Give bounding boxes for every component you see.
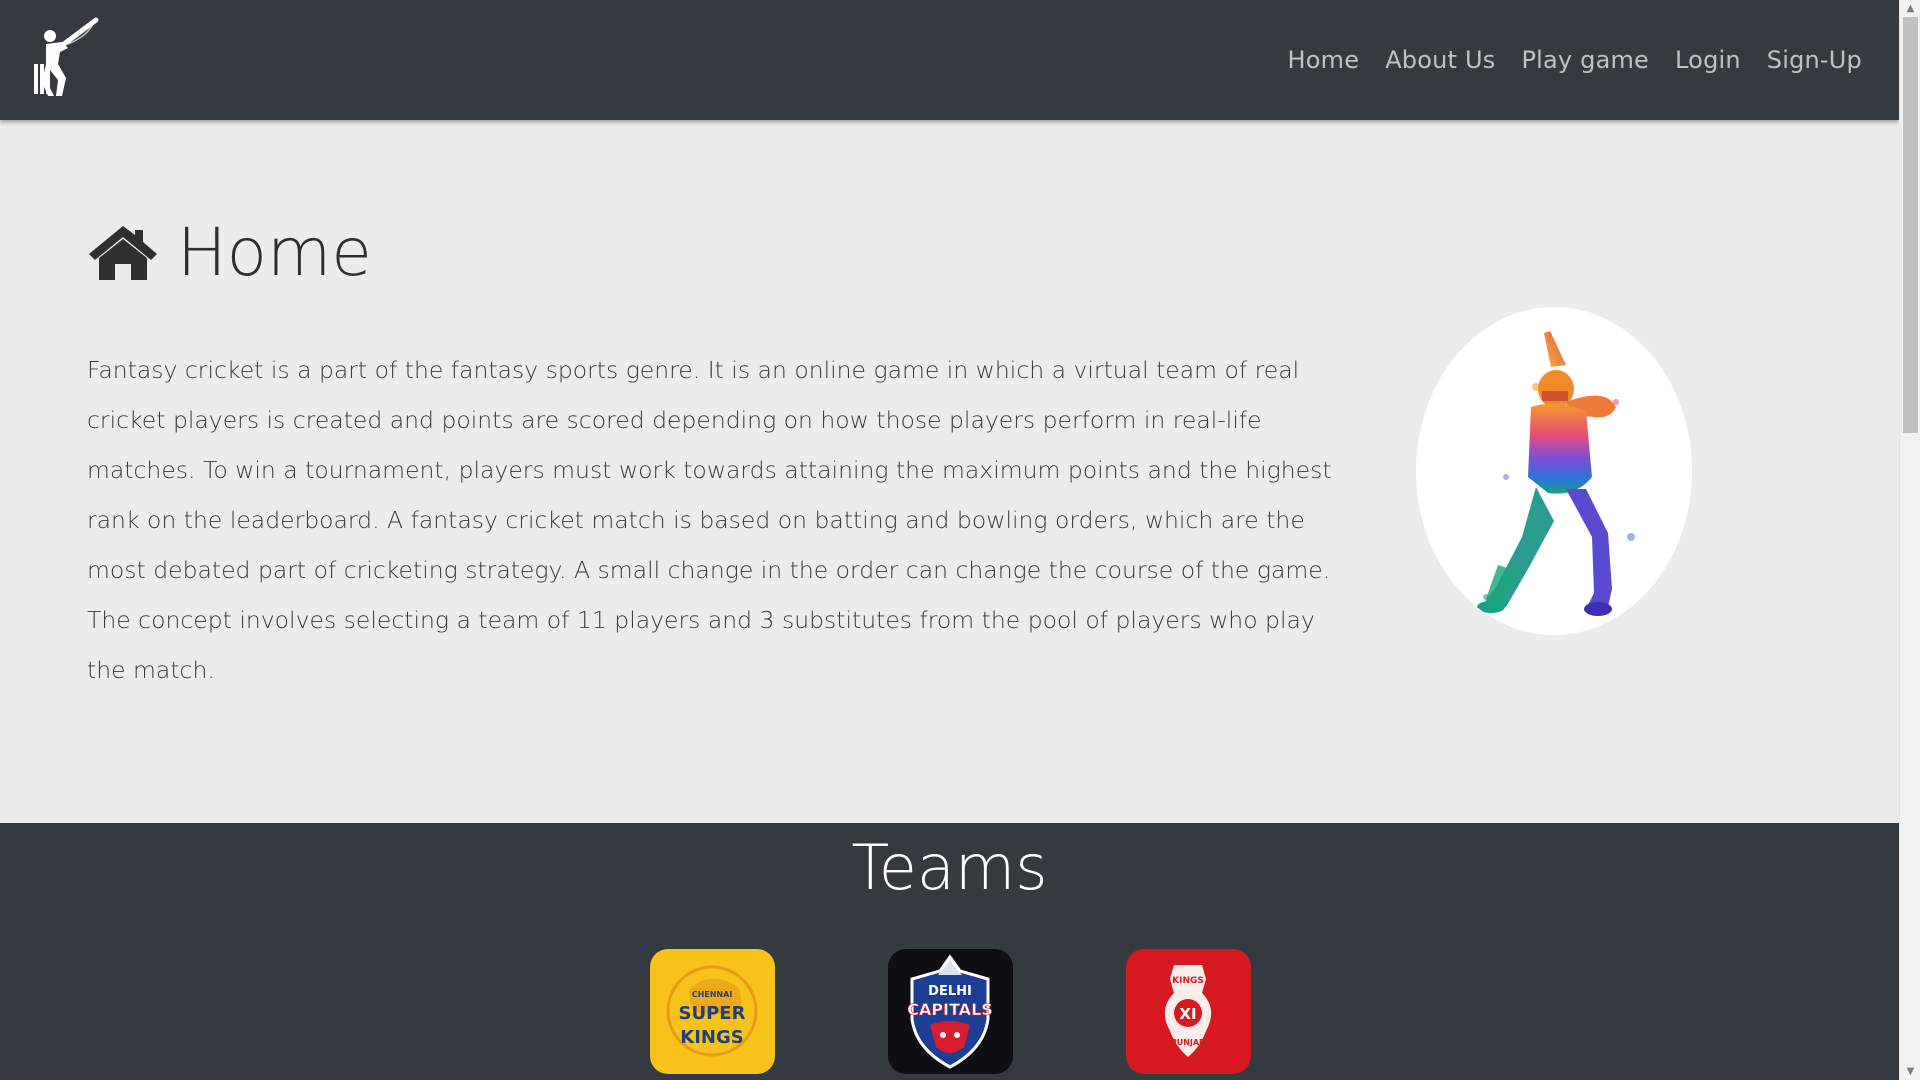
nav-links: Home About Us Play game Login Sign-Up bbox=[1288, 0, 1863, 120]
svg-text:DELHI: DELHI bbox=[928, 984, 972, 999]
navbar: Home About Us Play game Login Sign-Up bbox=[0, 0, 1899, 120]
svg-text:XI: XI bbox=[1179, 1005, 1196, 1023]
kings-xi-punjab-logo[interactable]: KINGS XI PUNJAB bbox=[1126, 949, 1251, 1074]
home-section: Home Fantasy cricket is a part of the fa… bbox=[0, 120, 1899, 823]
watercolor-batsman-illustration bbox=[1416, 307, 1692, 635]
nav-home-link[interactable]: Home bbox=[1288, 46, 1360, 74]
teams-section: Teams CHENNAI SUPER KINGS DELHI CAPITALS bbox=[0, 823, 1899, 1080]
delhi-capitals-logo[interactable]: DELHI CAPITALS bbox=[888, 949, 1013, 1074]
scroll-up-arrow-icon[interactable]: ▲ bbox=[1900, 0, 1920, 17]
page: Home About Us Play game Login Sign-Up Ho… bbox=[0, 0, 1899, 1080]
vertical-scrollbar[interactable]: ▲ ▼ bbox=[1899, 0, 1920, 1080]
svg-text:SUPER: SUPER bbox=[679, 1003, 746, 1024]
teams-heading: Teams bbox=[851, 831, 1048, 904]
svg-text:KINGS: KINGS bbox=[1172, 976, 1204, 986]
nav-login-link[interactable]: Login bbox=[1675, 46, 1741, 74]
house-icon bbox=[89, 226, 157, 280]
nav-play-game-link[interactable]: Play game bbox=[1521, 46, 1649, 74]
chennai-super-kings-logo[interactable]: CHENNAI SUPER KINGS bbox=[650, 949, 775, 1074]
cricket-batsman-icon[interactable] bbox=[28, 14, 100, 104]
svg-text:PUNJAB: PUNJAB bbox=[1171, 1038, 1205, 1047]
svg-text:CHENNAI: CHENNAI bbox=[692, 990, 733, 999]
nav-about-us-link[interactable]: About Us bbox=[1385, 46, 1495, 74]
home-description: Fantasy cricket is a part of the fantasy… bbox=[87, 356, 1332, 684]
svg-text:KINGS: KINGS bbox=[680, 1027, 743, 1048]
scroll-down-arrow-icon[interactable]: ▼ bbox=[1900, 1063, 1920, 1080]
home-heading: Home bbox=[87, 220, 372, 286]
scrollbar-thumb[interactable] bbox=[1903, 17, 1918, 433]
page-title: Home bbox=[177, 214, 372, 291]
nav-sign-up-link[interactable]: Sign-Up bbox=[1767, 46, 1862, 74]
svg-text:CAPITALS: CAPITALS bbox=[907, 1000, 993, 1019]
